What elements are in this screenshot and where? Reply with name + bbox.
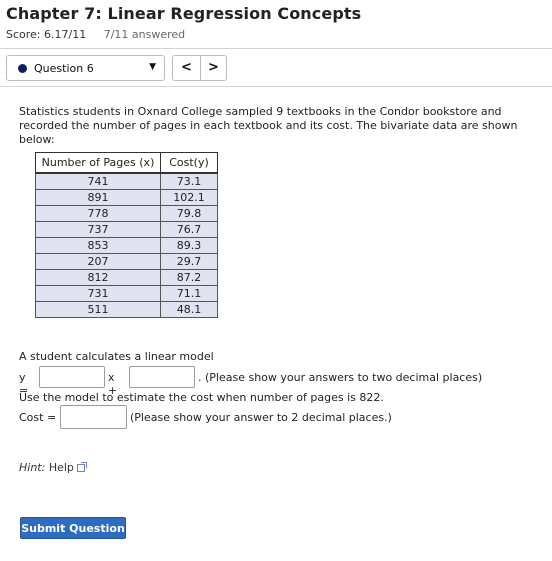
cost-input[interactable] [60, 405, 127, 429]
table-row: 737 76.7 [35, 221, 218, 238]
question-nav: < > [172, 55, 227, 81]
question-status-dot-icon [18, 64, 27, 73]
problem-text: Statistics students in Oxnard College sa… [19, 105, 518, 146]
pages-cell: 511 [35, 301, 161, 318]
cost-cell: 87.2 [160, 269, 218, 286]
score-line: Score: 6.17/11 7/11 answered [6, 28, 185, 41]
hint-label: Hint: [19, 461, 46, 474]
slope-input[interactable] [39, 366, 105, 388]
estimate-statement: Use the model to estimate the cost when … [19, 391, 384, 404]
table-row: 511 48.1 [35, 301, 218, 318]
score-text: Score: 6.17/11 [6, 28, 87, 41]
model-statement: A student calculates a linear model [19, 350, 214, 363]
help-link[interactable]: Help [48, 461, 87, 474]
pages-cell: 853 [35, 237, 161, 254]
column-header-cost: Cost(y) [160, 152, 218, 174]
divider [0, 86, 552, 87]
pages-cell: 891 [35, 189, 161, 206]
previous-question-button[interactable]: < [173, 56, 201, 80]
cost-cell: 48.1 [160, 301, 218, 318]
decimal-instruction: . (Please show your answers to two decim… [198, 371, 483, 384]
cost-cell: 71.1 [160, 285, 218, 302]
pages-cell: 812 [35, 269, 161, 286]
answered-count: 7/11 answered [103, 28, 186, 41]
data-table: Number of Pages (x) Cost(y) 741 73.1 891 1… [35, 152, 218, 318]
dropdown-caret-icon: ▼ [149, 62, 156, 72]
table-row: 853 89.3 [35, 237, 218, 254]
cost-cell: 29.7 [160, 253, 218, 270]
table-row: 778 79.8 [35, 205, 218, 222]
cost-cell: 89.3 [160, 237, 218, 254]
intercept-input[interactable] [129, 366, 195, 388]
question-select[interactable]: Question 6 ▼ [6, 55, 165, 81]
table-row: 731 71.1 [35, 285, 218, 302]
pages-cell: 207 [35, 253, 161, 270]
cost-cell: 73.1 [160, 172, 218, 190]
table-row: 741 73.1 [35, 172, 218, 190]
external-link-icon [76, 462, 87, 472]
hint-line: Hint: Help [19, 461, 87, 474]
pages-cell: 737 [35, 221, 161, 238]
pages-cell: 741 [35, 172, 161, 190]
table-row: 891 102.1 [35, 189, 218, 206]
submit-question-button[interactable]: Submit Question [20, 517, 126, 539]
pages-cell: 731 [35, 285, 161, 302]
page-title: Chapter 7: Linear Regression Concepts [6, 4, 362, 23]
divider [0, 48, 552, 49]
table-row: 207 29.7 [35, 253, 218, 270]
cost-cell: 79.8 [160, 205, 218, 222]
cost-cell: 102.1 [160, 189, 218, 206]
next-question-button[interactable]: > [200, 56, 227, 80]
table-header-row: Number of Pages (x) Cost(y) [35, 152, 218, 174]
question-select-label: Question 6 [34, 62, 94, 75]
column-header-pages: Number of Pages (x) [35, 152, 161, 174]
help-link-label: Help [48, 461, 74, 474]
table-row: 812 87.2 [35, 269, 218, 286]
cost-cell: 76.7 [160, 221, 218, 238]
pages-cell: 778 [35, 205, 161, 222]
cost-instruction: (Please show your answer to 2 decimal pl… [130, 411, 392, 424]
